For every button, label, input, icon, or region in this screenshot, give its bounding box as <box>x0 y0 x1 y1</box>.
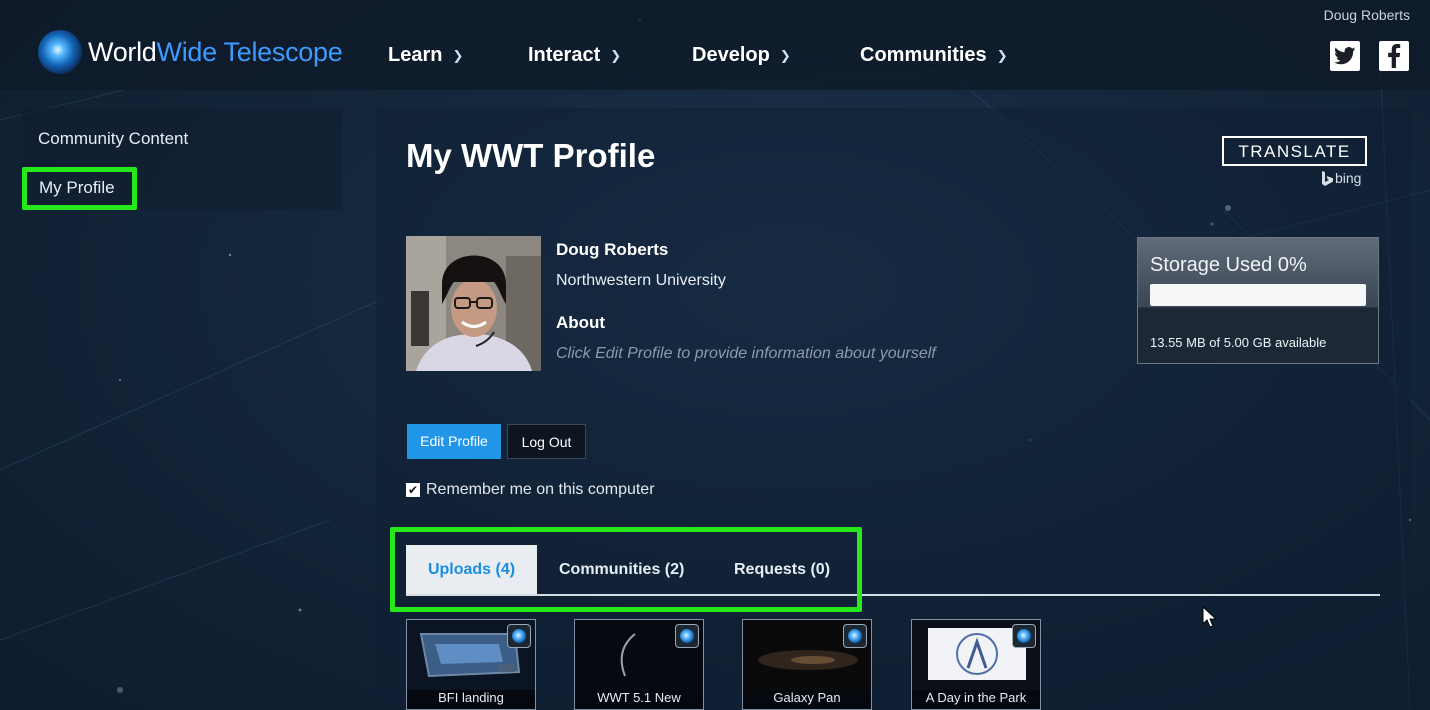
storage-progress-bar <box>1150 284 1366 306</box>
upload-card-label: Galaxy Pan <box>773 690 841 705</box>
nav-develop-label: Develop <box>692 44 770 66</box>
nav-communities[interactable]: Communities ❯ <box>860 44 1008 67</box>
tab-communities[interactable]: Communities (2) <box>559 545 684 594</box>
telescope-orb-icon <box>38 30 82 74</box>
sidebar-item-my-profile[interactable]: My Profile <box>39 178 115 198</box>
profile-avatar <box>406 236 541 371</box>
bing-attribution: bing <box>1322 170 1361 186</box>
nav-develop[interactable]: Develop ❯ <box>692 44 791 67</box>
signed-in-username[interactable]: Doug Roberts <box>1324 7 1410 23</box>
edit-profile-button[interactable]: Edit Profile <box>407 424 501 459</box>
remember-me-checkbox[interactable]: ✔ <box>406 483 420 497</box>
remember-me-label: Remember me on this computer <box>426 481 655 498</box>
storage-title: Storage Used 0% <box>1150 254 1307 276</box>
chevron-down-icon: ❯ <box>779 47 791 63</box>
top-header: WorldWide Telescope Learn ❯ Interact ❯ D… <box>0 0 1430 90</box>
nav-learn[interactable]: Learn ❯ <box>388 44 463 67</box>
tab-requests[interactable]: Requests (0) <box>734 545 830 594</box>
bing-icon <box>1322 170 1333 186</box>
chevron-down-icon: ❯ <box>452 47 464 63</box>
about-heading: About <box>556 313 606 332</box>
profile-name: Doug Roberts <box>556 240 669 259</box>
logo-text-world: World <box>88 36 157 67</box>
twitter-icon[interactable] <box>1330 41 1360 71</box>
upload-card[interactable]: Galaxy Pan <box>742 619 872 710</box>
telescope-badge-icon <box>675 624 699 648</box>
remember-me: ✔ Remember me on this computer <box>406 481 655 499</box>
tab-uploads[interactable]: Uploads (4) <box>406 545 537 594</box>
upload-card-label: BFI landing <box>438 690 504 705</box>
storage-panel: Storage Used 0% 13.55 MB of 5.00 GB avai… <box>1137 237 1379 364</box>
bing-label: bing <box>1335 170 1362 186</box>
profile-organization: Northwestern University <box>556 272 726 289</box>
logo-text: WorldWide Telescope <box>88 36 343 68</box>
worldwide-telescope-logo[interactable]: WorldWide Telescope <box>38 30 343 74</box>
logo-text-wide: Wide Telescope <box>156 36 343 67</box>
mouse-cursor-icon <box>1202 606 1218 628</box>
upload-card-label: WWT 5.1 New <box>597 690 681 705</box>
page-title: My WWT Profile <box>406 137 656 174</box>
upload-card-label: A Day in the Park <box>925 690 1027 705</box>
nav-interact-label: Interact <box>528 44 601 66</box>
chevron-down-icon: ❯ <box>996 47 1008 63</box>
upload-card[interactable]: A Day in the Park <box>911 619 1041 710</box>
telescope-badge-icon <box>843 624 867 648</box>
log-out-button[interactable]: Log Out <box>507 424 586 459</box>
upload-card[interactable]: BFI landing <box>406 619 536 710</box>
nav-interact[interactable]: Interact ❯ <box>528 44 621 67</box>
nav-communities-label: Communities <box>860 44 987 66</box>
about-text: Click Edit Profile to provide informatio… <box>556 345 936 362</box>
telescope-badge-icon <box>507 624 531 648</box>
upload-card[interactable]: WWT 5.1 New <box>574 619 704 710</box>
nav-learn-label: Learn <box>388 44 443 66</box>
sidebar-item-community-content[interactable]: Community Content <box>38 129 188 149</box>
telescope-badge-icon <box>1012 624 1036 648</box>
translate-button[interactable]: TRANSLATE <box>1222 136 1367 166</box>
facebook-icon[interactable] <box>1379 41 1409 71</box>
tabs-divider <box>406 594 1380 596</box>
chevron-down-icon: ❯ <box>610 47 622 63</box>
storage-available-text: 13.55 MB of 5.00 GB available <box>1150 335 1327 350</box>
